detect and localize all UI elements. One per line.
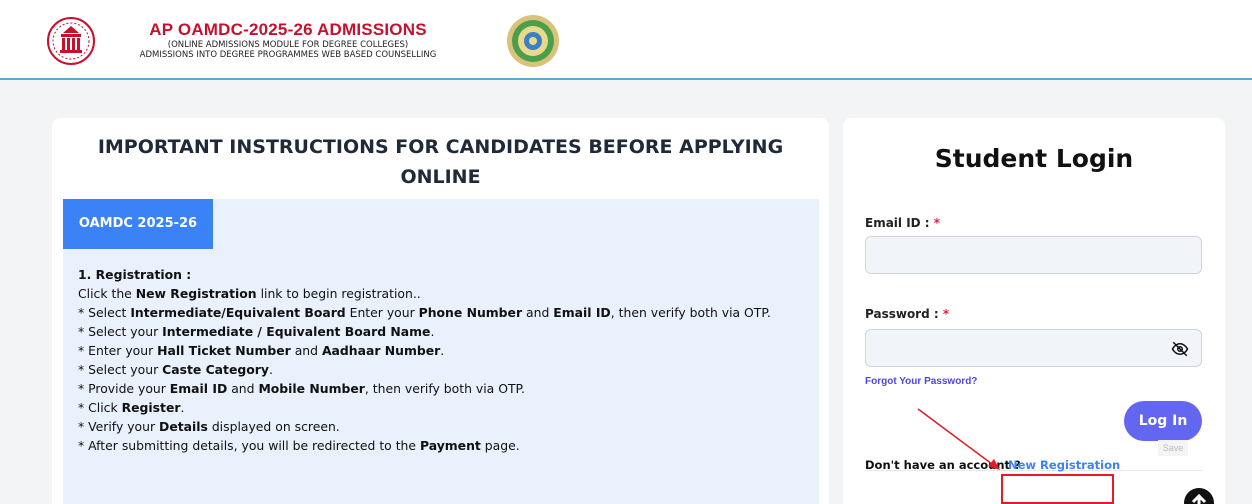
login-title: Student Login [934, 144, 1134, 173]
site-header: AP OAMDC-2025-26 ADMISSIONS (ONLINE ADMI… [0, 0, 1252, 80]
new-registration-link[interactable]: New Registration [1008, 458, 1120, 472]
apsche-emblem-icon [47, 17, 95, 65]
instruction-line: * Select your Intermediate / Equivalent … [78, 324, 435, 339]
instruction-line: * After submitting details, you will be … [78, 438, 520, 453]
site-subtitle-1: (ONLINE ADMISSIONS MODULE FOR DEGREE COL… [167, 40, 409, 50]
instruction-line: * Verify your Details displayed on scree… [78, 419, 340, 434]
scroll-to-top-button[interactable] [1184, 488, 1214, 504]
arrow-up-icon [1191, 493, 1207, 504]
section-heading: 1. Registration : [78, 267, 192, 282]
instructions-body: 1. Registration : Click the New Registra… [78, 265, 808, 455]
instruction-line: * Select your Caste Category. [78, 362, 273, 377]
no-account-text: Don't have an account ? [865, 458, 1021, 472]
forgot-password-link[interactable]: Forgot Your Password? [865, 376, 977, 387]
instructions-title-line-2: ONLINE [400, 166, 481, 188]
header-title-block: AP OAMDC-2025-26 ADMISSIONS (ONLINE ADMI… [118, 20, 458, 60]
save-hint: Save [1158, 440, 1188, 456]
highlight-box [1001, 474, 1114, 504]
instruction-line: * Enter your Hall Ticket Number and Aadh… [78, 343, 445, 358]
ap-govt-emblem-icon [507, 15, 559, 67]
eye-slash-icon[interactable] [1171, 340, 1189, 358]
instruction-line: * Click Register. [78, 400, 185, 415]
instruction-line: * Provide your Email ID and Mobile Numbe… [78, 381, 525, 396]
instruction-line: Click the New Registration link to begin… [78, 286, 421, 301]
login-card: Student Login Email ID : * Password : * … [843, 118, 1225, 504]
password-label: Password : * [865, 307, 950, 321]
tab-oamdc-2025-26[interactable]: OAMDC 2025-26 [63, 199, 213, 249]
instructions-panel: OAMDC 2025-26 1. Registration : Click th… [63, 199, 819, 504]
site-title: AP OAMDC-2025-26 ADMISSIONS [149, 20, 427, 39]
email-field[interactable] [865, 236, 1202, 274]
instruction-line: * Select Intermediate/Equivalent Board E… [78, 305, 771, 320]
instructions-title: IMPORTANT INSTRUCTIONS FOR CANDIDATES BE… [72, 132, 809, 192]
site-subtitle-2: ADMISSIONS INTO DEGREE PROGRAMMES WEB BA… [139, 50, 437, 60]
instructions-card: IMPORTANT INSTRUCTIONS FOR CANDIDATES BE… [52, 118, 829, 504]
login-button[interactable]: Log In [1124, 401, 1202, 441]
instructions-title-line-1: IMPORTANT INSTRUCTIONS FOR CANDIDATES BE… [97, 136, 784, 158]
password-field[interactable] [865, 329, 1202, 367]
email-label: Email ID : * [865, 216, 941, 230]
